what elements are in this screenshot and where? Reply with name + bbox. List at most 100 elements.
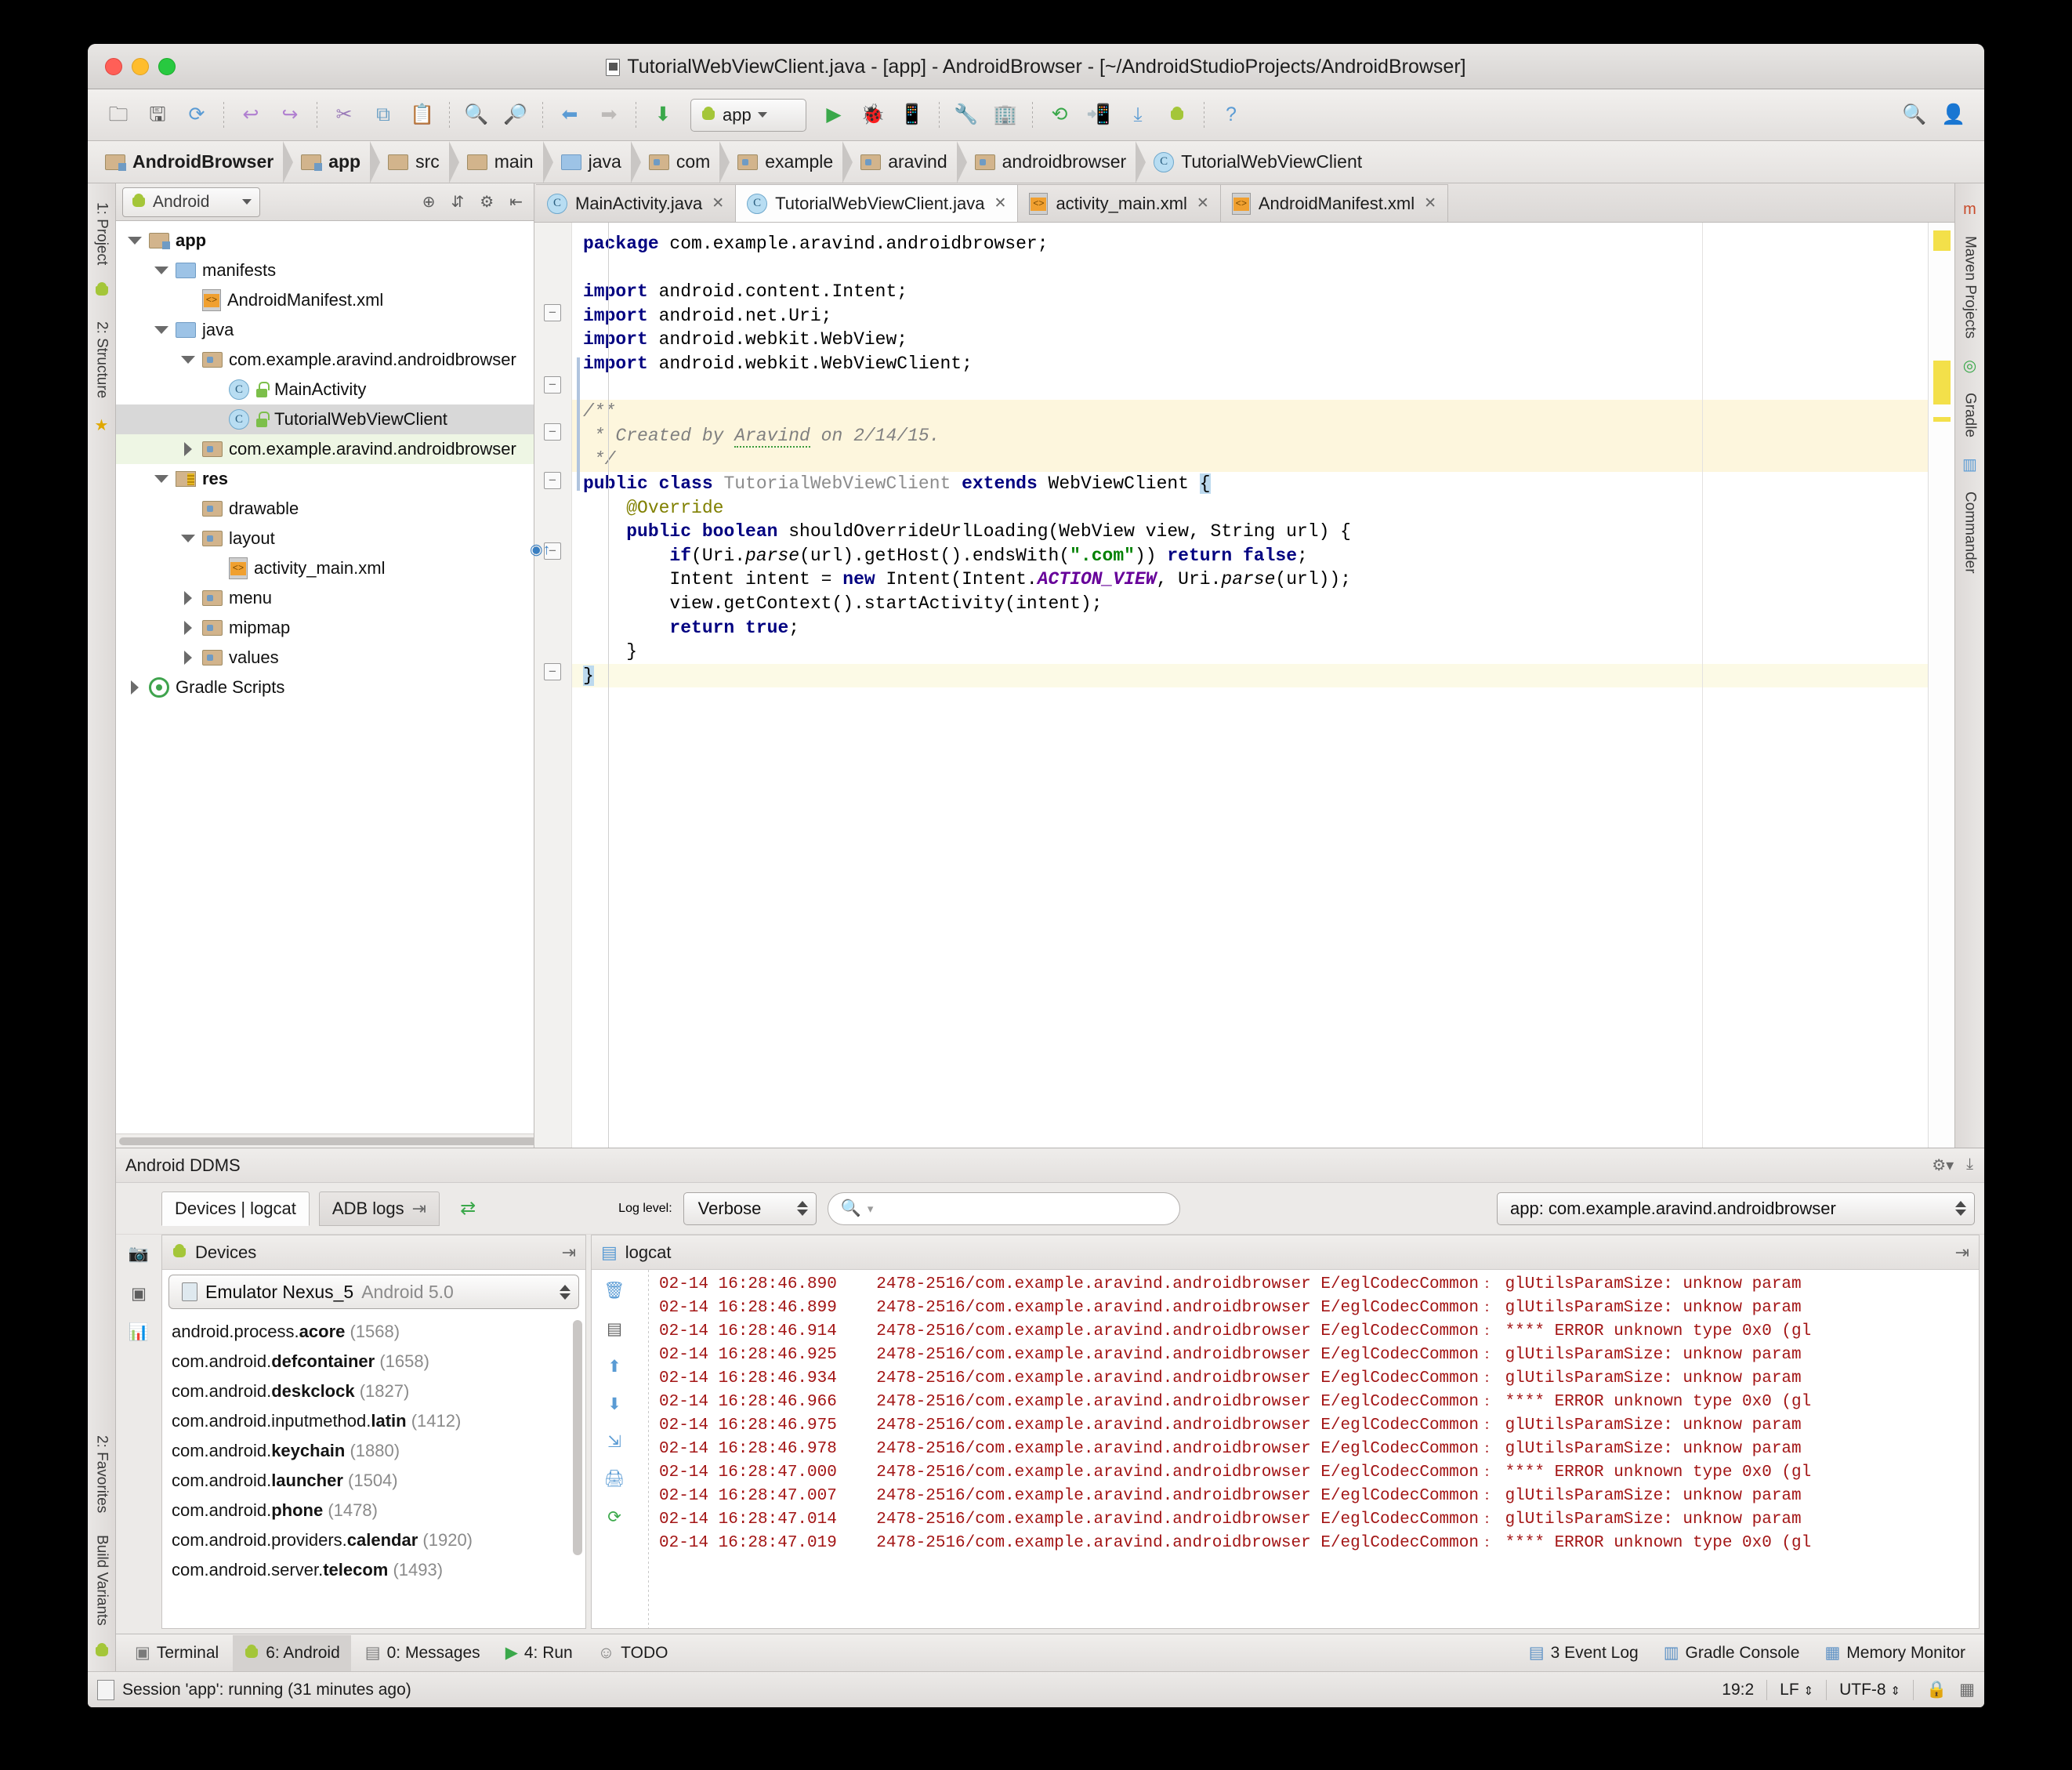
sidebar-item-favorites[interactable]: 2: Favorites	[93, 1424, 110, 1524]
tool-window-button[interactable]: ▤3 Event Log	[1518, 1635, 1650, 1671]
process-list-item[interactable]: com.android.launcher (1504)	[172, 1466, 585, 1496]
memory-indicator[interactable]: ▦	[1959, 1680, 1975, 1699]
tree-twisty-icon[interactable]	[127, 680, 143, 695]
tree-twisty-icon[interactable]	[180, 535, 196, 542]
tree-node[interactable]: com.example.aravind.androidbrowser	[116, 345, 534, 375]
android-rail-icon[interactable]	[94, 276, 110, 310]
process-list-item[interactable]: com.android.defcontainer (1658)	[172, 1347, 585, 1376]
tree-node[interactable]: java	[116, 315, 534, 345]
undo-icon[interactable]: ↩	[233, 97, 269, 133]
sync-icon[interactable]: ⟳	[179, 97, 215, 133]
tree-twisty-icon[interactable]	[180, 442, 196, 456]
find-icon[interactable]: 🔍	[458, 97, 494, 133]
sidebar-item-gradle[interactable]: Gradle	[1962, 382, 1979, 448]
breadcrumb-item-com[interactable]: com	[644, 141, 719, 183]
locate-icon[interactable]: ⊕	[418, 192, 440, 212]
editor-tab[interactable]: CMainActivity.java✕	[536, 184, 736, 222]
android-icon[interactable]	[1159, 97, 1195, 133]
save-all-icon[interactable]: 🖫	[139, 97, 176, 133]
tool-window-button[interactable]: ▦Memory Monitor	[1813, 1635, 1976, 1671]
android-rail-icon-bottom[interactable]	[94, 1637, 110, 1671]
tree-node[interactable]: CMainActivity	[116, 375, 534, 404]
run-icon[interactable]: ▶	[816, 97, 852, 133]
hide-panel-icon[interactable]: ⇤	[505, 192, 527, 212]
breadcrumb-item-app[interactable]: app	[296, 141, 370, 183]
tool-window-button[interactable]: ☺TODO	[587, 1635, 679, 1671]
screenshot-icon[interactable]: 📷	[123, 1239, 154, 1269]
tree-twisty-icon[interactable]	[180, 356, 196, 364]
sidebar-item-structure[interactable]: 2: Structure	[93, 310, 110, 409]
log-level-select[interactable]: Verbose	[683, 1192, 817, 1225]
forward-icon[interactable]: ➡	[591, 97, 627, 133]
project-tree[interactable]: appmanifestsAndroidManifest.xmljavacom.e…	[116, 221, 534, 1133]
breadcrumb-item-src[interactable]: src	[383, 141, 449, 183]
tree-twisty-icon[interactable]	[127, 237, 143, 245]
log-search-input[interactable]: 🔍 ▾	[828, 1192, 1180, 1225]
tree-twisty-icon[interactable]	[154, 475, 169, 483]
sdk-manager-icon[interactable]: ⤓	[1120, 97, 1156, 133]
restart-logcat-icon[interactable]: ⟳	[599, 1502, 630, 1532]
tree-node[interactable]: app	[116, 226, 534, 256]
gradle-icon[interactable]: ◎	[1963, 350, 1976, 382]
screen-record-icon[interactable]: ▣	[123, 1279, 154, 1308]
breadcrumb-item-aravind[interactable]: aravind	[856, 141, 956, 183]
breadcrumb-item-androidbrowser[interactable]: androidbrowser	[970, 141, 1136, 183]
sidebar-item-maven-projects[interactable]: Maven Projects	[1962, 225, 1979, 350]
app-filter-select[interactable]: app: com.example.aravind.androidbrowser	[1497, 1192, 1975, 1225]
avd-manager-icon[interactable]: 📲	[1081, 97, 1117, 133]
editor-tab[interactable]: AndroidManifest.xml✕	[1221, 184, 1448, 222]
sync-project-icon[interactable]: ⟲	[1041, 97, 1078, 133]
line-separator[interactable]: LF ⇕	[1780, 1681, 1813, 1699]
editor-tab[interactable]: CTutorialWebViewClient.java✕	[736, 184, 1018, 222]
tree-twisty-icon[interactable]	[154, 326, 169, 334]
favorites-star-icon[interactable]: ★	[95, 409, 109, 441]
hide-panel-icon[interactable]: ⤓	[1966, 1155, 1973, 1175]
code-editor[interactable]: package com.example.aravind.androidbrows…	[572, 223, 1928, 1148]
settings-gear-icon[interactable]: ⚙▾	[1932, 1155, 1954, 1175]
scroll-to-end-icon[interactable]: ▤	[599, 1314, 630, 1344]
help-icon[interactable]: ?	[1213, 97, 1249, 133]
settings-gear-icon[interactable]: ⚙	[475, 192, 498, 212]
previous-occurrence-icon[interactable]: ⬆	[599, 1351, 630, 1381]
tree-node[interactable]: values	[116, 643, 534, 673]
avatar[interactable]: 👤	[1936, 97, 1972, 133]
tool-window-button[interactable]: ▤0: Messages	[354, 1635, 491, 1671]
maven-icon[interactable]: m	[1963, 194, 1976, 225]
redo-icon[interactable]: ↪	[272, 97, 308, 133]
restore-icon[interactable]: ⇥	[1955, 1242, 1969, 1263]
lock-icon[interactable]: 🔒	[1926, 1681, 1947, 1699]
back-icon[interactable]: ⬅	[552, 97, 588, 133]
tree-twisty-icon[interactable]	[180, 621, 196, 635]
search-icon[interactable]: 🔍	[1896, 97, 1933, 133]
breadcrumb-item-androidbrowser[interactable]: AndroidBrowser	[100, 141, 283, 183]
tool-window-button[interactable]: ▶4: Run	[494, 1635, 584, 1671]
attach-debugger-icon[interactable]: 📱	[894, 97, 930, 133]
tree-node[interactable]: manifests	[116, 256, 534, 285]
project-tree-hscrollbar[interactable]	[116, 1133, 534, 1148]
tree-node[interactable]: CTutorialWebViewClient	[116, 404, 534, 434]
gradle-sync-icon[interactable]: 🔧	[948, 97, 984, 133]
open-folder-icon[interactable]: 🗀	[100, 97, 136, 133]
close-icon[interactable]: ✕	[994, 194, 1007, 212]
tree-node[interactable]: com.example.aravind.androidbrowser	[116, 434, 534, 464]
process-list-item[interactable]: com.android.keychain (1880)	[172, 1436, 585, 1466]
logcat-output[interactable]: 02-14 16:28:46.890 2478-2516/com.example…	[637, 1270, 1979, 1628]
breadcrumb-item-java[interactable]: java	[556, 141, 631, 183]
print-icon[interactable]: 🖨	[599, 1464, 630, 1494]
process-list-item[interactable]: com.android.phone (1478)	[172, 1496, 585, 1525]
tree-node[interactable]: activity_main.xml	[116, 553, 534, 583]
project-view-selector[interactable]: Android	[122, 187, 260, 217]
process-list-item[interactable]: com.android.inputmethod.latin (1412)	[172, 1406, 585, 1436]
cut-icon[interactable]: ✂	[326, 97, 362, 133]
tree-node[interactable]: mipmap	[116, 613, 534, 643]
breadcrumb-item-example[interactable]: example	[733, 141, 842, 183]
replace-icon[interactable]: 🔎	[498, 97, 534, 133]
process-list-item[interactable]: com.android.server.telecom (1493)	[172, 1555, 585, 1585]
collapse-all-icon[interactable]: ⇵	[447, 192, 469, 212]
process-list-item[interactable]: com.android.deskclock (1827)	[172, 1376, 585, 1406]
compile-icon[interactable]: ⬇	[645, 97, 681, 133]
process-list-item[interactable]: android.process.acore (1568)	[172, 1317, 585, 1347]
process-list-scrollbar[interactable]	[573, 1320, 582, 1555]
encoding[interactable]: UTF-8 ⇕	[1839, 1681, 1900, 1699]
breadcrumb-item-main[interactable]: main	[462, 141, 543, 183]
